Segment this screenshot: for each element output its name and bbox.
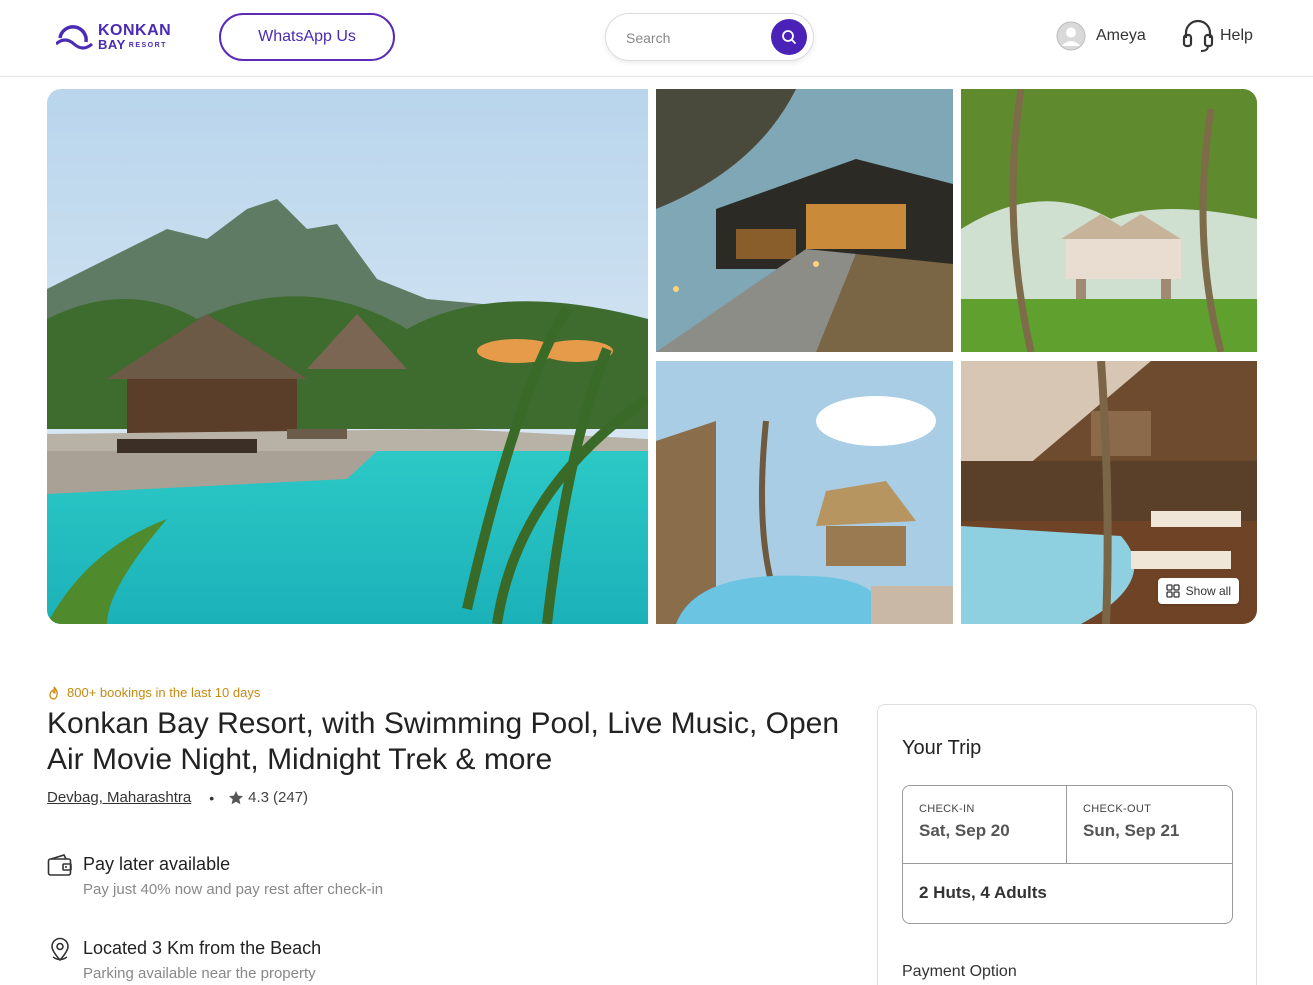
- user-name: Ameya: [1096, 27, 1146, 44]
- check-out-label: CHECK-OUT: [1083, 803, 1152, 815]
- headset-icon: [1182, 19, 1214, 52]
- wallet-icon: [47, 854, 72, 876]
- rating-value: 4.3: [248, 789, 270, 806]
- trip-selector: CHECK-IN Sat, Sep 20 CHECK-OUT Sun, Sep …: [902, 785, 1233, 924]
- feature-beach-distance: Located 3 Km from the Beach Parking avai…: [47, 937, 321, 983]
- logo-text-resort: RESORT: [128, 42, 167, 50]
- guests-field[interactable]: 2 Huts, 4 Adults: [903, 863, 1232, 923]
- feature-subtitle: Parking available near the property: [83, 965, 316, 982]
- your-trip-card: Your Trip CHECK-IN Sat, Sep 20 CHECK-OUT…: [877, 704, 1257, 985]
- trip-title: Your Trip: [902, 737, 982, 759]
- payment-option-label: Payment Option: [902, 963, 1017, 980]
- feature-beach-distance-text: Located 3 Km from the Beach Parking avai…: [83, 937, 321, 983]
- feature-pay-later: Pay later available Pay just 40% now and…: [47, 853, 383, 899]
- logo-text-bay: BAY: [98, 37, 126, 52]
- fire-icon: [49, 686, 58, 700]
- check-out-date: Sun, Sep 21: [1083, 821, 1180, 840]
- review-count: (247): [273, 789, 309, 806]
- search-icon: [782, 30, 796, 44]
- top-navbar: KONKAN BAYRESORT WhatsApp Us Ameya Help: [0, 0, 1313, 77]
- feature-title: Pay later available: [83, 854, 231, 874]
- user-menu[interactable]: Ameya: [1056, 20, 1146, 52]
- konkan-bay-logo[interactable]: KONKAN BAY RESORT: [56, 22, 176, 54]
- listing-title: Konkan Bay Resort, with Swimming Pool, L…: [47, 707, 839, 776]
- gallery-photo-deck-lounge[interactable]: Show all: [961, 361, 1257, 624]
- feature-pay-later-text: Pay later available Pay just 40% now and…: [83, 853, 383, 899]
- bookings-note-text: 800+ bookings in the last 10 days: [67, 685, 261, 700]
- rating: 4.3 (247): [228, 789, 308, 806]
- gallery-photo-pool[interactable]: [47, 89, 648, 624]
- gallery-photo-beach-pool[interactable]: [656, 361, 953, 624]
- feature-title: Located 3 Km from the Beach: [83, 938, 322, 958]
- help-label: Help: [1220, 27, 1253, 44]
- check-in-date: Sat, Sep 20: [919, 821, 1010, 840]
- check-in-label: CHECK-IN: [919, 803, 975, 815]
- bookings-note: 800+ bookings in the last 10 days: [47, 685, 260, 700]
- grid-icon: [1165, 584, 1180, 598]
- logo-text-bottom: BAY RESORT: [98, 37, 167, 52]
- help-link[interactable]: Help: [1182, 18, 1253, 54]
- photo-gallery: Show all: [47, 89, 1257, 624]
- show-all-photos-button[interactable]: Show all: [1157, 578, 1239, 604]
- search-input[interactable]: [626, 26, 766, 50]
- gallery-photo-lodge-evening[interactable]: [656, 89, 953, 352]
- separator-dot: •: [209, 789, 215, 806]
- listing-meta: Devbag, Maharashtra • 4.3 (247): [47, 789, 308, 806]
- feature-subtitle: Pay just 40% now and pay rest after chec…: [83, 881, 384, 898]
- star-icon: [229, 790, 244, 804]
- location-link[interactable]: Devbag, Maharashtra: [47, 789, 191, 806]
- logo-mark-icon: [56, 25, 93, 50]
- check-in-field[interactable]: CHECK-IN Sat, Sep 20: [903, 786, 1067, 863]
- whatsapp-us-button[interactable]: WhatsApp Us: [219, 13, 395, 61]
- location-pin-icon: [51, 937, 69, 962]
- search-button[interactable]: [771, 19, 807, 55]
- check-out-field[interactable]: CHECK-OUT Sun, Sep 21: [1067, 786, 1232, 863]
- show-all-label: Show all: [1185, 584, 1231, 598]
- user-avatar-icon: [1056, 21, 1086, 51]
- search-bar: [605, 13, 814, 61]
- gallery-photo-cottages[interactable]: [961, 89, 1257, 352]
